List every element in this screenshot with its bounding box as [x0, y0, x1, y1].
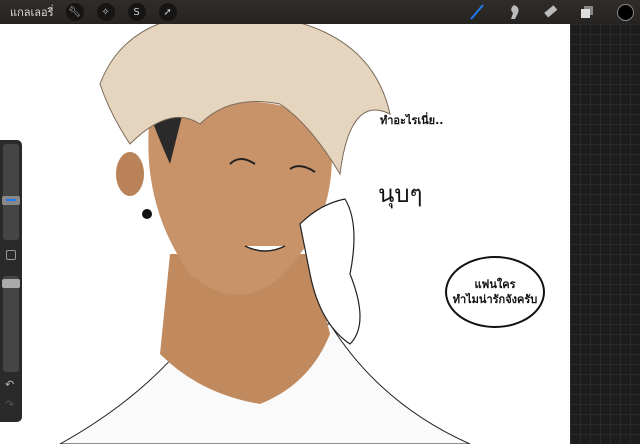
handwritten-text: นุบๆ	[378, 180, 423, 208]
wrench-icon[interactable]: 🔧︎	[65, 3, 84, 21]
opacity-thumb[interactable]	[2, 279, 20, 288]
undo-icon[interactable]: ↶	[5, 378, 14, 391]
modify-button[interactable]	[6, 250, 16, 260]
layers-icon[interactable]	[578, 3, 596, 21]
smudge-icon[interactable]	[505, 3, 523, 21]
caption-top: ทำอะไรเนี่ย..	[380, 114, 444, 127]
redo-icon[interactable]: ↷	[5, 398, 14, 411]
speech-bubble: แฟนใคร ทำไมน่ารักจังครับ	[445, 256, 545, 328]
bubble-line-2: ทำไมน่ารักจังครับ	[452, 293, 538, 306]
color-icon[interactable]	[616, 3, 634, 21]
gallery-button[interactable]: แกลเลอรี่	[10, 3, 54, 21]
brush-icon[interactable]	[468, 3, 486, 21]
left-sidebar: ↶ ↷	[0, 140, 22, 422]
drawing-canvas[interactable]: ทำอะไรเนี่ย.. นุบๆ แฟนใคร ทำไมน่ารักจังค…	[0, 24, 570, 444]
brush-size-slider[interactable]	[2, 144, 20, 240]
opacity-slider[interactable]	[2, 276, 20, 372]
transform-arrow-icon[interactable]: ➚	[158, 3, 177, 21]
magic-wand-icon[interactable]: ✧	[96, 3, 115, 21]
bubble-line-1: แฟนใคร	[474, 278, 516, 291]
top-toolbar: แกลเลอรี่ 🔧︎ ✧ S ➚	[0, 0, 640, 24]
eraser-icon[interactable]	[541, 3, 559, 21]
brush-size-thumb[interactable]	[2, 196, 20, 205]
illustration	[58, 24, 471, 444]
selection-icon[interactable]: S	[127, 3, 146, 21]
workspace-background	[570, 24, 640, 444]
